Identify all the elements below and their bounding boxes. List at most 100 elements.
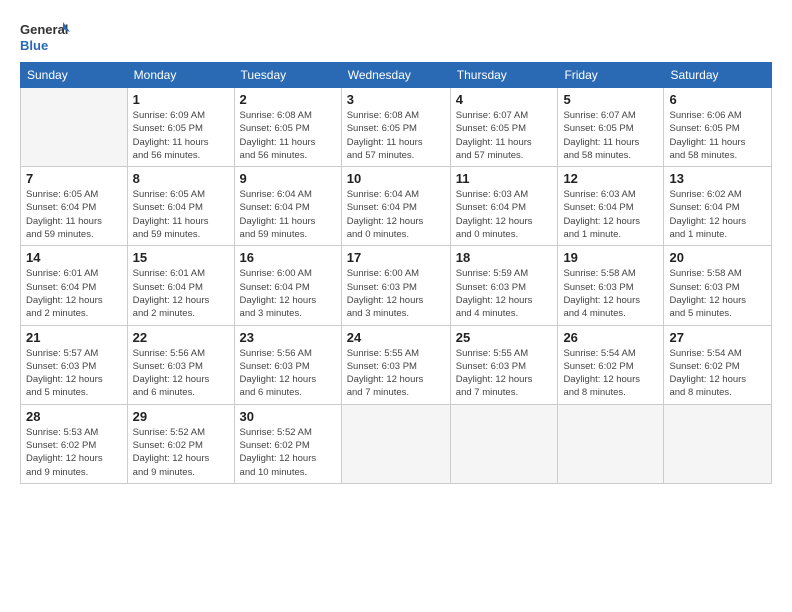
- day-info: Sunrise: 6:00 AMSunset: 6:04 PMDaylight:…: [240, 267, 336, 320]
- day-info: Sunrise: 6:03 AMSunset: 6:04 PMDaylight:…: [563, 188, 658, 241]
- day-info: Sunrise: 6:05 AMSunset: 6:04 PMDaylight:…: [133, 188, 229, 241]
- day-info: Sunrise: 5:56 AMSunset: 6:03 PMDaylight:…: [133, 347, 229, 400]
- calendar-day-cell: 25 Sunrise: 5:55 AMSunset: 6:03 PMDayligh…: [450, 325, 558, 404]
- day-number: 25: [456, 330, 553, 345]
- day-info: Sunrise: 5:55 AMSunset: 6:03 PMDaylight:…: [456, 347, 553, 400]
- calendar-day-cell: [341, 404, 450, 483]
- day-number: 15: [133, 250, 229, 265]
- calendar-day-cell: 6 Sunrise: 6:06 AMSunset: 6:05 PMDaylight…: [664, 88, 772, 167]
- day-info: Sunrise: 5:53 AMSunset: 6:02 PMDaylight:…: [26, 426, 122, 479]
- calendar-day-cell: [558, 404, 664, 483]
- day-info: Sunrise: 5:58 AMSunset: 6:03 PMDaylight:…: [563, 267, 658, 320]
- day-info: Sunrise: 5:54 AMSunset: 6:02 PMDaylight:…: [563, 347, 658, 400]
- calendar-day-cell: 11 Sunrise: 6:03 AMSunset: 6:04 PMDayligh…: [450, 167, 558, 246]
- calendar-day-cell: 7Sunrise: 6:05 AMSunset: 6:04 PMDaylight…: [21, 167, 128, 246]
- day-info: Sunrise: 5:57 AMSunset: 6:03 PMDaylight:…: [26, 347, 122, 400]
- day-number: 2: [240, 92, 336, 107]
- day-info: Sunrise: 6:02 AMSunset: 6:04 PMDaylight:…: [669, 188, 766, 241]
- calendar-week-row: 21Sunrise: 5:57 AMSunset: 6:03 PMDayligh…: [21, 325, 772, 404]
- calendar-day-cell: 14 Sunrise: 6:01 AMSunset: 6:04 PMDayligh…: [21, 246, 128, 325]
- svg-text:General: General: [20, 22, 68, 37]
- day-info: Sunrise: 6:08 AMSunset: 6:05 PMDaylight:…: [240, 109, 336, 162]
- calendar-day-cell: 30Sunrise: 5:52 AMSunset: 6:02 PMDayligh…: [234, 404, 341, 483]
- calendar-day-cell: 28 Sunrise: 5:53 AMSunset: 6:02 PMDayligh…: [21, 404, 128, 483]
- day-info: Sunrise: 5:58 AMSunset: 6:03 PMDaylight:…: [669, 267, 766, 320]
- day-number: 13: [669, 171, 766, 186]
- calendar-header-cell: Friday: [558, 63, 664, 88]
- day-info: Sunrise: 6:03 AMSunset: 6:04 PMDaylight:…: [456, 188, 553, 241]
- day-info: Sunrise: 6:07 AMSunset: 6:05 PMDaylight:…: [456, 109, 553, 162]
- day-number: 4: [456, 92, 553, 107]
- day-number: 16: [240, 250, 336, 265]
- calendar-day-cell: 3Sunrise: 6:08 AMSunset: 6:05 PMDaylight…: [341, 88, 450, 167]
- calendar-day-cell: 12 Sunrise: 6:03 AMSunset: 6:04 PMDayligh…: [558, 167, 664, 246]
- day-number: 1: [133, 92, 229, 107]
- day-info: Sunrise: 6:04 AMSunset: 6:04 PMDaylight:…: [240, 188, 336, 241]
- day-info: Sunrise: 5:55 AMSunset: 6:03 PMDaylight:…: [347, 347, 445, 400]
- day-number: 8: [133, 171, 229, 186]
- calendar-header-cell: Monday: [127, 63, 234, 88]
- calendar-week-row: 14 Sunrise: 6:01 AMSunset: 6:04 PMDayligh…: [21, 246, 772, 325]
- day-number: 17: [347, 250, 445, 265]
- day-info: Sunrise: 6:00 AMSunset: 6:03 PMDaylight:…: [347, 267, 445, 320]
- calendar-table: SundayMondayTuesdayWednesdayThursdayFrid…: [20, 62, 772, 484]
- calendar-day-cell: 19 Sunrise: 5:58 AMSunset: 6:03 PMDayligh…: [558, 246, 664, 325]
- day-number: 28: [26, 409, 122, 424]
- svg-text:Blue: Blue: [20, 38, 48, 53]
- calendar-day-cell: [664, 404, 772, 483]
- calendar-day-cell: 18 Sunrise: 5:59 AMSunset: 6:03 PMDayligh…: [450, 246, 558, 325]
- calendar-day-cell: 9 Sunrise: 6:04 AMSunset: 6:04 PMDaylight…: [234, 167, 341, 246]
- day-number: 9: [240, 171, 336, 186]
- calendar-day-cell: [450, 404, 558, 483]
- day-info: Sunrise: 6:05 AMSunset: 6:04 PMDaylight:…: [26, 188, 122, 241]
- day-info: Sunrise: 6:06 AMSunset: 6:05 PMDaylight:…: [669, 109, 766, 162]
- calendar-day-cell: 2 Sunrise: 6:08 AMSunset: 6:05 PMDaylight…: [234, 88, 341, 167]
- calendar-day-cell: 10 Sunrise: 6:04 AMSunset: 6:04 PMDayligh…: [341, 167, 450, 246]
- calendar-header-row: SundayMondayTuesdayWednesdayThursdayFrid…: [21, 63, 772, 88]
- day-number: 30: [240, 409, 336, 424]
- day-number: 29: [133, 409, 229, 424]
- calendar-day-cell: 24Sunrise: 5:55 AMSunset: 6:03 PMDayligh…: [341, 325, 450, 404]
- calendar-week-row: 1 Sunrise: 6:09 AMSunset: 6:05 PMDaylight…: [21, 88, 772, 167]
- day-number: 14: [26, 250, 122, 265]
- day-number: 19: [563, 250, 658, 265]
- day-info: Sunrise: 6:04 AMSunset: 6:04 PMDaylight:…: [347, 188, 445, 241]
- day-info: Sunrise: 5:56 AMSunset: 6:03 PMDaylight:…: [240, 347, 336, 400]
- day-number: 26: [563, 330, 658, 345]
- day-info: Sunrise: 5:52 AMSunset: 6:02 PMDaylight:…: [133, 426, 229, 479]
- day-info: Sunrise: 5:59 AMSunset: 6:03 PMDaylight:…: [456, 267, 553, 320]
- calendar-header-cell: Wednesday: [341, 63, 450, 88]
- calendar-day-cell: 27 Sunrise: 5:54 AMSunset: 6:02 PMDayligh…: [664, 325, 772, 404]
- calendar-day-cell: [21, 88, 128, 167]
- logo: General Blue: [20, 18, 70, 56]
- day-info: Sunrise: 6:07 AMSunset: 6:05 PMDaylight:…: [563, 109, 658, 162]
- calendar-day-cell: 26 Sunrise: 5:54 AMSunset: 6:02 PMDayligh…: [558, 325, 664, 404]
- day-number: 20: [669, 250, 766, 265]
- day-info: Sunrise: 6:01 AMSunset: 6:04 PMDaylight:…: [133, 267, 229, 320]
- calendar-day-cell: 15 Sunrise: 6:01 AMSunset: 6:04 PMDayligh…: [127, 246, 234, 325]
- calendar-week-row: 28 Sunrise: 5:53 AMSunset: 6:02 PMDayligh…: [21, 404, 772, 483]
- calendar-day-cell: 4 Sunrise: 6:07 AMSunset: 6:05 PMDaylight…: [450, 88, 558, 167]
- day-number: 18: [456, 250, 553, 265]
- day-number: 12: [563, 171, 658, 186]
- calendar-day-cell: 5 Sunrise: 6:07 AMSunset: 6:05 PMDaylight…: [558, 88, 664, 167]
- calendar-body: 1 Sunrise: 6:09 AMSunset: 6:05 PMDaylight…: [21, 88, 772, 484]
- calendar-day-cell: 21Sunrise: 5:57 AMSunset: 6:03 PMDayligh…: [21, 325, 128, 404]
- calendar-header-cell: Saturday: [664, 63, 772, 88]
- calendar-header-cell: Thursday: [450, 63, 558, 88]
- day-number: 10: [347, 171, 445, 186]
- calendar-day-cell: 16 Sunrise: 6:00 AMSunset: 6:04 PMDayligh…: [234, 246, 341, 325]
- day-number: 11: [456, 171, 553, 186]
- day-info: Sunrise: 6:01 AMSunset: 6:04 PMDaylight:…: [26, 267, 122, 320]
- day-info: Sunrise: 5:54 AMSunset: 6:02 PMDaylight:…: [669, 347, 766, 400]
- day-info: Sunrise: 6:09 AMSunset: 6:05 PMDaylight:…: [133, 109, 229, 162]
- logo-svg: General Blue: [20, 18, 70, 56]
- day-number: 27: [669, 330, 766, 345]
- day-number: 3: [347, 92, 445, 107]
- day-number: 6: [669, 92, 766, 107]
- day-number: 5: [563, 92, 658, 107]
- page: General Blue SundayMondayTuesdayWednesda…: [0, 0, 792, 612]
- calendar-day-cell: 20 Sunrise: 5:58 AMSunset: 6:03 PMDayligh…: [664, 246, 772, 325]
- calendar-header-cell: Sunday: [21, 63, 128, 88]
- calendar-day-cell: 1 Sunrise: 6:09 AMSunset: 6:05 PMDaylight…: [127, 88, 234, 167]
